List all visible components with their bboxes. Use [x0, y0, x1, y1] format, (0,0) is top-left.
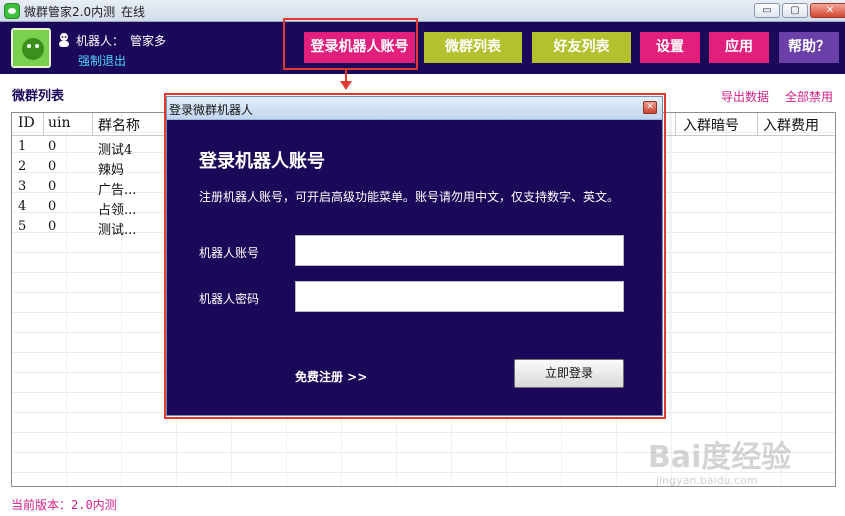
friend-list-button[interactable]: 好友列表 [532, 32, 631, 63]
cell-group-name: 占领... [98, 203, 137, 218]
minimize-button[interactable]: ▭ [754, 3, 780, 18]
cell-uin: 0 [48, 179, 57, 194]
dialog-body: 登录机器人账号 注册机器人账号，可开启高级功能菜单。账号请勿用中文，仅支持数字、… [167, 119, 662, 415]
login-now-button[interactable]: 立即登录 [514, 359, 624, 388]
column-header-id[interactable]: ID [18, 115, 35, 131]
cell-uin: 0 [48, 199, 57, 214]
cell-id: 5 [18, 219, 27, 234]
account-label: 机器人账号 [199, 246, 260, 260]
dialog-description: 注册机器人账号，可开启高级功能菜单。账号请勿用中文，仅支持数字、英文。 [199, 190, 620, 204]
window-titlebar: 微群管家2.0内测 在线 ▭ ▢ ✕ [0, 0, 845, 22]
cell-uin: 0 [48, 139, 57, 154]
cell-group-name: 广告... [98, 183, 137, 198]
robot-icon [59, 33, 69, 47]
help-button[interactable]: 帮助？ [779, 32, 839, 63]
cell-id: 3 [18, 179, 27, 194]
column-separator [675, 113, 676, 135]
cell-id: 1 [18, 139, 27, 154]
column-header-join-fee[interactable]: 入群费用 [763, 115, 819, 135]
window-title: 微群管家2.0内测 [24, 5, 116, 19]
app-icon [4, 3, 20, 19]
app-header: 机器人： 管家多 强制退出 登录机器人账号 微群列表 好友列表 设置 应用 帮助… [0, 22, 845, 74]
ban-all-link[interactable]: 全部禁用 [785, 88, 833, 105]
cell-uin: 0 [48, 219, 57, 234]
export-data-link[interactable]: 导出数据 [721, 88, 769, 105]
close-button[interactable]: ✕ [810, 3, 845, 18]
force-logout-link[interactable]: 强制退出 [78, 52, 126, 69]
column-header-join-code[interactable]: 入群暗号 [683, 115, 739, 135]
watermark-url: jingyan.baidu.com [656, 474, 758, 487]
dialog-title: 登录微群机器人 [169, 103, 254, 117]
account-input[interactable] [295, 235, 624, 266]
password-label: 机器人密码 [199, 292, 260, 306]
dialog-heading: 登录机器人账号 [199, 151, 325, 172]
section-title: 微群列表 [12, 89, 65, 104]
robot-label: 机器人： [76, 34, 125, 48]
column-separator [43, 113, 44, 135]
apps-button[interactable]: 应用 [709, 32, 769, 63]
login-dialog: 登录微群机器人 ✕ 登录机器人账号 注册机器人账号，可开启高级功能菜单。账号请勿… [166, 96, 663, 416]
online-status: 在线 [121, 5, 146, 19]
group-list-button[interactable]: 微群列表 [424, 32, 522, 63]
column-header-group-name[interactable]: 群名称 [98, 115, 140, 135]
cell-id: 2 [18, 159, 27, 174]
free-register-link[interactable]: 免费注册 >> [295, 368, 367, 385]
highlight-box-login-button [283, 18, 418, 70]
column-separator [92, 113, 93, 135]
settings-button[interactable]: 设置 [640, 32, 700, 63]
column-separator [757, 113, 758, 135]
cell-id: 4 [18, 199, 27, 214]
maximize-button[interactable]: ▢ [782, 3, 808, 18]
password-input[interactable] [295, 281, 624, 312]
dialog-close-icon[interactable]: ✕ [643, 101, 657, 114]
robot-name: 管家多 [130, 34, 167, 48]
version-label: 当前版本：2.0内测 [11, 498, 117, 512]
watermark-logo: Bai度经验 [648, 440, 792, 475]
cell-group-name: 辣妈 [98, 163, 125, 178]
cell-group-name: 测试4 [98, 143, 133, 158]
avatar [11, 28, 51, 68]
column-header-uin[interactable]: uin [48, 115, 71, 131]
cell-uin: 0 [48, 159, 57, 174]
cell-group-name: 测试... [98, 223, 137, 238]
annotation-arrow-head [340, 81, 352, 90]
dialog-titlebar[interactable]: 登录微群机器人 ✕ [167, 97, 662, 119]
